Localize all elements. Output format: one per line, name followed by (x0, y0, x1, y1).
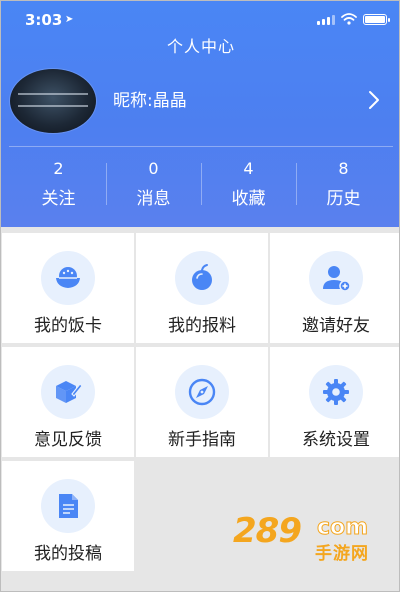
menu-item-label: 系统设置 (302, 430, 370, 450)
gear-icon (323, 379, 349, 405)
avatar[interactable] (10, 69, 96, 133)
stat-label: 关注 (41, 189, 76, 209)
wifi-icon (341, 13, 357, 25)
watermark-number: 289 (233, 511, 302, 551)
document-icon (59, 494, 78, 518)
add-user-icon (323, 266, 351, 292)
menu-item-beginner-guide[interactable]: 新手指南 (136, 347, 268, 457)
stat-label: 历史 (326, 189, 361, 209)
nickname[interactable]: 昵称:晶晶 (113, 86, 187, 111)
menu-item-news-tip[interactable]: 我的报料 (136, 233, 268, 343)
status-bar: 3:03 ➤ (1, 1, 399, 37)
profile-header: 3:03 ➤ 个人中心 昵称:晶晶 2 关注 0 消息 4 收藏 8 历史 (1, 1, 399, 227)
header-divider (9, 146, 393, 147)
menu-item-label: 新手指南 (168, 430, 236, 450)
compass-icon (188, 378, 216, 406)
watermark-logo: 289 com 手游网 (233, 511, 383, 571)
menu-item-label: 我的饭卡 (34, 316, 102, 336)
rice-bowl-icon (56, 267, 80, 288)
battery-icon (363, 14, 390, 25)
status-time: 3:03 (25, 11, 63, 29)
stat-count: 2 (53, 159, 64, 178)
fruit-icon (192, 264, 212, 290)
watermark-text: 手游网 (315, 544, 369, 564)
stats-row: 2 关注 0 消息 4 收藏 8 历史 (11, 153, 391, 215)
menu-item-feedback[interactable]: 意见反馈 (2, 347, 134, 457)
stat-label: 消息 (136, 189, 171, 209)
menu-item-label: 我的报料 (168, 316, 236, 336)
page-title: 个人中心 (166, 37, 235, 56)
menu-item-label: 邀请好友 (302, 316, 370, 336)
menu-item-label: 我的投稿 (34, 544, 102, 564)
box-pencil-icon (56, 381, 83, 403)
stat-count: 8 (338, 159, 349, 178)
stat-label: 收藏 (231, 189, 266, 209)
stat-count: 4 (243, 159, 254, 178)
stat-favorites[interactable]: 4 收藏 (201, 153, 296, 215)
watermark-domain: com (316, 515, 369, 541)
location-arrow-icon: ➤ (65, 14, 74, 25)
screen: 3:03 ➤ 个人中心 昵称:晶晶 2 关注 0 消息 4 收藏 8 历史 我的… (0, 0, 400, 592)
menu-item-settings[interactable]: 系统设置 (270, 347, 399, 457)
signal-icon (317, 15, 335, 25)
menu-item-label: 意见反馈 (34, 430, 102, 450)
menu-item-meal-card[interactable]: 我的饭卡 (2, 233, 134, 343)
chevron-right-icon[interactable] (363, 89, 385, 111)
stat-messages[interactable]: 0 消息 (106, 153, 201, 215)
menu-item-my-submissions[interactable]: 我的投稿 (2, 461, 134, 571)
menu-item-invite-friends[interactable]: 邀请好友 (270, 233, 399, 343)
stat-follow[interactable]: 2 关注 (11, 153, 106, 215)
stat-history[interactable]: 8 历史 (296, 153, 391, 215)
stat-count: 0 (148, 159, 159, 178)
